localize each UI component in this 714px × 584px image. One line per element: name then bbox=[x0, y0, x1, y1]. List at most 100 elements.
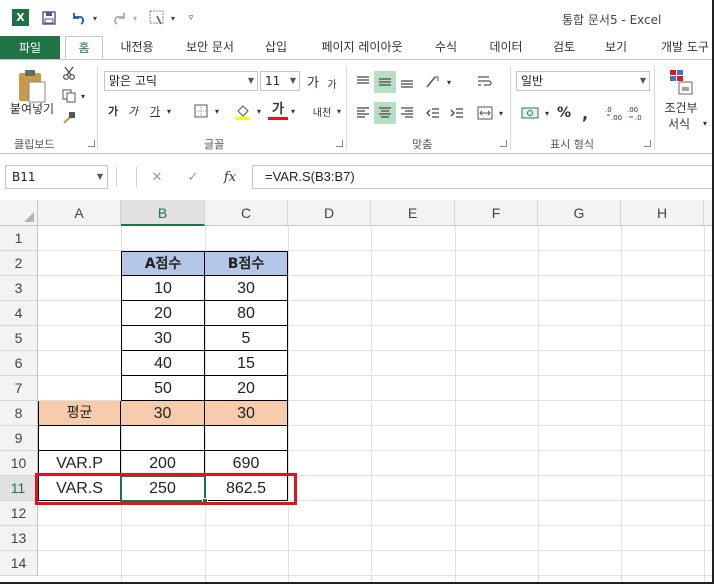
row-header-14[interactable]: 14 bbox=[0, 551, 38, 576]
row-header-6[interactable]: 6 bbox=[0, 351, 38, 376]
italic-button[interactable]: 가 bbox=[124, 101, 142, 121]
underline-button[interactable]: 가 bbox=[146, 101, 164, 121]
cell-b5[interactable]: 30 bbox=[121, 326, 205, 351]
cell-c3[interactable]: 30 bbox=[205, 276, 288, 301]
cell-b7[interactable]: 50 bbox=[121, 376, 205, 401]
row-header-1[interactable]: 1 bbox=[0, 226, 38, 251]
worksheet-grid[interactable]: A B C D E F G H 1 2 3 4 5 6 7 8 9 10 11 … bbox=[0, 200, 714, 584]
copy-icon[interactable] bbox=[60, 87, 78, 105]
cell-c4[interactable]: 80 bbox=[205, 301, 288, 326]
merge-center-icon[interactable] bbox=[474, 102, 496, 124]
align-top-icon[interactable] bbox=[352, 71, 374, 93]
clipboard-launcher-icon[interactable] bbox=[88, 140, 95, 147]
row-header-4[interactable]: 4 bbox=[0, 301, 38, 326]
touch-mode-icon[interactable] bbox=[146, 8, 170, 28]
insert-function-button[interactable]: fx bbox=[218, 167, 242, 187]
number-format-combo[interactable]: 일반 ▼ bbox=[516, 71, 650, 91]
tab-review[interactable]: 검토 bbox=[542, 36, 586, 60]
column-header-h[interactable]: H bbox=[621, 200, 704, 226]
column-header-f[interactable]: F bbox=[455, 200, 538, 226]
fill-dropdown-icon[interactable]: ▾ bbox=[254, 101, 264, 121]
borders-dropdown-icon[interactable]: ▾ bbox=[212, 101, 222, 121]
grow-font-button[interactable]: 가 bbox=[304, 70, 322, 92]
font-color-dropdown-icon[interactable]: ▾ bbox=[288, 101, 298, 121]
currency-icon[interactable] bbox=[518, 102, 542, 124]
tab-insert[interactable]: 삽입 bbox=[254, 36, 298, 60]
cell-b2[interactable]: A점수 bbox=[121, 251, 205, 276]
align-bottom-icon[interactable] bbox=[396, 71, 418, 93]
cell-b9[interactable] bbox=[121, 426, 205, 451]
comma-button[interactable]: , bbox=[578, 102, 592, 124]
row-header-9[interactable]: 9 bbox=[0, 426, 38, 451]
tab-security-doc[interactable]: 보안 문서 bbox=[172, 36, 248, 60]
row-header-12[interactable]: 12 bbox=[0, 501, 38, 526]
undo-icon[interactable] bbox=[68, 8, 90, 28]
currency-dropdown-icon[interactable]: ▾ bbox=[542, 102, 552, 124]
conditional-format-dropdown-icon[interactable]: ▾ bbox=[700, 116, 710, 130]
phonetic-button[interactable]: 내천 bbox=[310, 100, 334, 122]
column-header-a[interactable]: A bbox=[38, 200, 121, 226]
column-header-c[interactable]: C bbox=[205, 200, 288, 226]
alignment-launcher-icon[interactable] bbox=[500, 140, 507, 147]
column-header-b[interactable]: B bbox=[121, 200, 205, 226]
cancel-entry-button[interactable]: ✕ bbox=[146, 167, 168, 187]
tab-view[interactable]: 보기 bbox=[594, 36, 638, 60]
orientation-icon[interactable] bbox=[422, 71, 444, 93]
row-header-11[interactable]: 11 bbox=[0, 476, 38, 501]
number-launcher-icon[interactable] bbox=[644, 140, 651, 147]
conditional-format-icon[interactable] bbox=[664, 66, 698, 98]
align-center-icon[interactable] bbox=[374, 102, 396, 124]
tab-home[interactable]: 홈 bbox=[65, 36, 103, 60]
tab-file[interactable]: 파일 bbox=[0, 36, 60, 60]
align-middle-icon[interactable] bbox=[374, 71, 396, 93]
conditional-format-label[interactable]: 조건부 bbox=[656, 100, 706, 115]
row-header-3[interactable]: 3 bbox=[0, 276, 38, 301]
decrease-indent-icon[interactable] bbox=[422, 102, 444, 124]
cell-b6[interactable]: 40 bbox=[121, 351, 205, 376]
column-header-d[interactable]: D bbox=[288, 200, 371, 226]
row-header-8[interactable]: 8 bbox=[0, 401, 38, 426]
phonetic-dropdown-icon[interactable]: ▾ bbox=[334, 101, 344, 121]
column-header-g[interactable]: G bbox=[538, 200, 621, 226]
row-header-2[interactable]: 2 bbox=[0, 251, 38, 276]
row-header-5[interactable]: 5 bbox=[0, 326, 38, 351]
formula-input[interactable]: =VAR.S(B3:B7) bbox=[252, 165, 714, 189]
align-left-icon[interactable] bbox=[352, 102, 374, 124]
font-size-combo[interactable]: 11 ▼ bbox=[260, 71, 300, 91]
select-all-button[interactable] bbox=[0, 200, 38, 226]
column-header-e[interactable]: E bbox=[371, 200, 455, 226]
row-header-10[interactable]: 10 bbox=[0, 451, 38, 476]
customize-qat-icon[interactable]: ▿ bbox=[184, 8, 198, 28]
cell-c2[interactable]: B점수 bbox=[205, 251, 288, 276]
redo-dropdown-icon[interactable]: ▾ bbox=[130, 8, 140, 28]
cell-b8[interactable]: 30 bbox=[121, 401, 205, 426]
scissors-icon[interactable] bbox=[60, 64, 78, 82]
touch-dropdown-icon[interactable]: ▾ bbox=[168, 8, 178, 28]
font-launcher-icon[interactable] bbox=[336, 140, 343, 147]
tab-personal[interactable]: 내전용 bbox=[108, 36, 166, 60]
align-right-icon[interactable] bbox=[396, 102, 418, 124]
borders-icon[interactable] bbox=[190, 101, 212, 121]
conditional-format-label-2[interactable]: 서식 bbox=[656, 116, 702, 131]
tab-formulas[interactable]: 수식 bbox=[424, 36, 468, 60]
cell-b3[interactable]: 10 bbox=[121, 276, 205, 301]
increase-decimal-icon[interactable]: .0.00 bbox=[604, 102, 624, 124]
cell-c6[interactable]: 15 bbox=[205, 351, 288, 376]
row-header-13[interactable]: 13 bbox=[0, 526, 38, 551]
cell-c7[interactable]: 20 bbox=[205, 376, 288, 401]
redo-icon[interactable] bbox=[108, 8, 130, 28]
cell-c9[interactable] bbox=[205, 426, 288, 451]
row-header-7[interactable]: 7 bbox=[0, 376, 38, 401]
cell-b4[interactable]: 20 bbox=[121, 301, 205, 326]
format-painter-icon[interactable] bbox=[60, 109, 78, 127]
tab-data[interactable]: 데이터 bbox=[478, 36, 534, 60]
font-color-button[interactable]: 가 bbox=[268, 98, 288, 120]
cell-a9[interactable] bbox=[38, 426, 121, 451]
decrease-decimal-icon[interactable]: .00.0 bbox=[626, 102, 646, 124]
paste-button[interactable]: 붙여넣기 bbox=[4, 100, 60, 116]
cell-c8[interactable]: 30 bbox=[205, 401, 288, 426]
shrink-font-button[interactable]: 가 bbox=[324, 73, 340, 93]
tab-page-layout[interactable]: 페이지 레이아웃 bbox=[306, 36, 418, 60]
confirm-entry-button[interactable]: ✓ bbox=[182, 167, 204, 187]
undo-dropdown-icon[interactable]: ▾ bbox=[90, 8, 100, 28]
